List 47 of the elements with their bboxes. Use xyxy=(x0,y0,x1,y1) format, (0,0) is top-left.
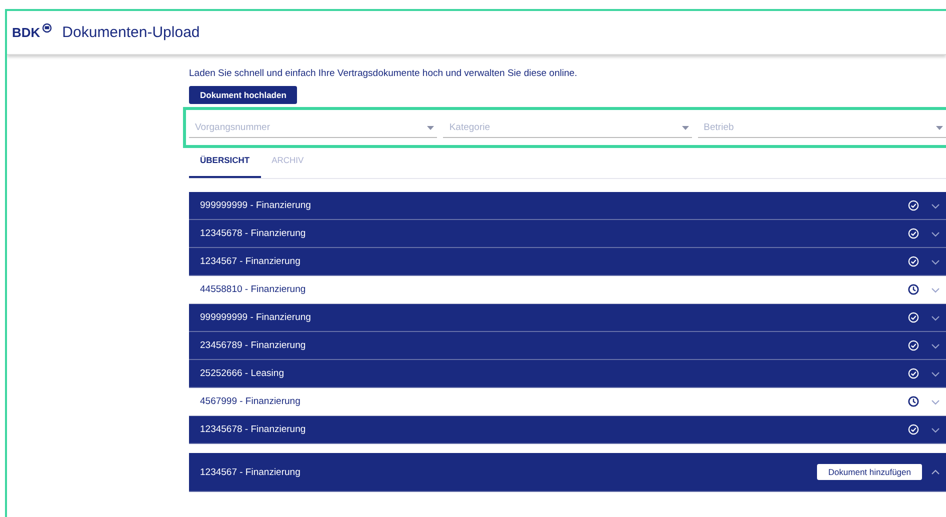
chevron-down-icon xyxy=(931,342,940,348)
chevron-down-icon xyxy=(931,258,940,264)
tab[interactable]: ÜBERSICHT xyxy=(189,151,261,178)
check-circle-icon xyxy=(908,228,919,239)
case-label: 4567999 - Finanzierung xyxy=(200,396,300,407)
case-label: 23456789 - Finanzierung xyxy=(200,340,306,351)
dropdown-arrow-icon xyxy=(682,126,689,130)
case-row[interactable]: 12345678 - Finanzierung xyxy=(189,416,946,444)
check-circle-icon xyxy=(908,200,919,211)
app-title: Dokumenten-Upload xyxy=(62,24,200,41)
intro-text: Laden Sie schnell und einfach Ihre Vertragsdokumente hoch und verwalten Sie diese online. xyxy=(189,68,578,79)
chevron-down-icon xyxy=(931,230,940,236)
check-circle-icon xyxy=(908,340,919,351)
dropdown-arrow-icon xyxy=(936,126,943,130)
chevron-down-icon xyxy=(931,370,940,376)
case-row[interactable]: 23456789 - Finanzierung xyxy=(189,332,946,360)
case-label: 999999999 - Finanzierung xyxy=(200,200,311,211)
case-label: 25252666 - Leasing xyxy=(200,368,284,379)
check-circle-icon xyxy=(908,368,919,379)
case-row[interactable]: 1234567 - Finanzierung xyxy=(189,248,946,276)
check-circle-icon xyxy=(908,424,919,435)
check-circle-icon xyxy=(908,312,919,323)
case-label: 999999999 - Finanzierung xyxy=(200,312,311,323)
upload-button[interactable]: Dokument hochladen xyxy=(189,86,298,104)
check-circle-icon xyxy=(908,256,919,267)
chevron-down-icon xyxy=(931,398,940,404)
logo-icon xyxy=(42,23,52,33)
chevron-down-icon xyxy=(931,426,940,432)
chevron-down-icon xyxy=(931,286,940,292)
case-row[interactable]: 999999999 - Finanzierung xyxy=(189,192,946,220)
logo: BDK xyxy=(12,25,40,40)
dropdown-arrow-icon xyxy=(427,126,434,130)
case-label: 44558810 - Finanzierung xyxy=(200,284,306,295)
case-label: 12345678 - Finanzierung xyxy=(200,228,306,239)
chevron-down-icon xyxy=(931,314,940,320)
clock-icon xyxy=(908,396,919,407)
clock-icon xyxy=(908,284,919,295)
case-label: 1234567 - Finanzierung xyxy=(200,466,300,478)
add-document-button[interactable]: Dokument hinzufügen xyxy=(817,464,922,480)
case-row[interactable]: 25252666 - Leasing xyxy=(189,360,946,388)
chevron-down-icon xyxy=(931,202,940,208)
case-label: 1234567 - Finanzierung xyxy=(200,256,300,267)
case-row[interactable]: 12345678 - Finanzierung xyxy=(189,220,946,248)
case-label: 12345678 - Finanzierung xyxy=(200,424,306,435)
case-row[interactable]: 1234567 - Finanzierung Dokument hinzufügen xyxy=(189,453,946,492)
chevron-up-icon xyxy=(931,469,940,475)
case-row[interactable]: 999999999 - Finanzierung xyxy=(189,304,946,332)
